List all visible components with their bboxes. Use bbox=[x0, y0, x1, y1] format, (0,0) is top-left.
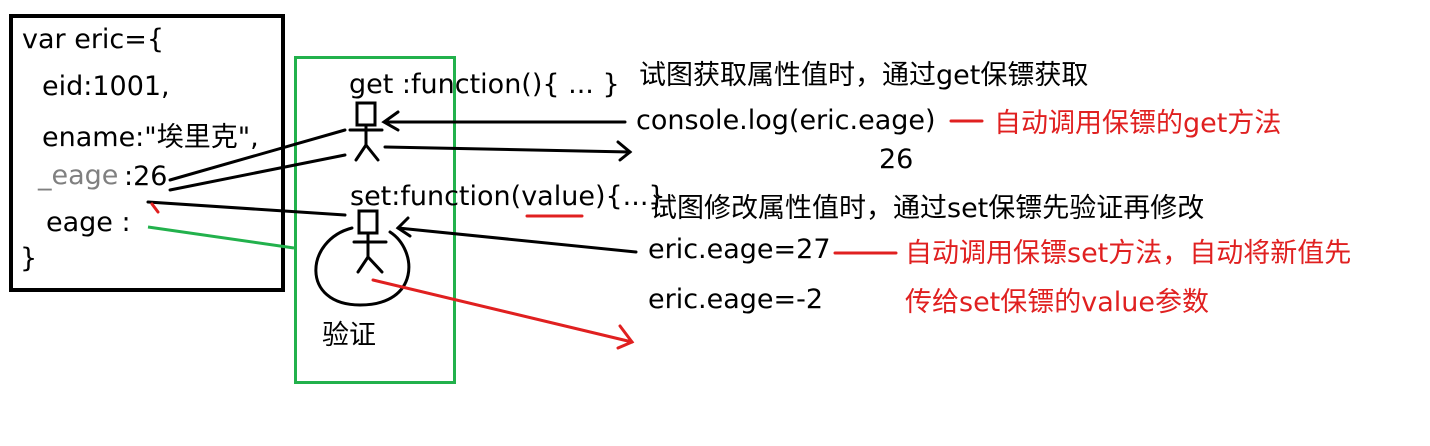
set-call-negative: eric.eage=-2 bbox=[648, 284, 824, 315]
get-call-code: console.log(eric.eage) bbox=[636, 105, 936, 136]
code-private-eage-key: _eage bbox=[38, 160, 119, 191]
value-param: value bbox=[521, 181, 595, 212]
set-call-27: eric.eage=27 bbox=[648, 234, 831, 265]
code-eid-line: eid:1001, bbox=[42, 71, 170, 102]
get-guard-figure bbox=[348, 101, 384, 162]
code-ename-line: ename:"埃里克", bbox=[42, 122, 259, 153]
get-description: 试图获取属性值时，通过get保镖获取 bbox=[639, 60, 1089, 91]
verify-label: 验证 bbox=[322, 320, 376, 351]
set-auto-note-line2: 传给set保镖的value参数 bbox=[905, 287, 1210, 318]
get-result-value: 26 bbox=[879, 144, 914, 175]
get-function-label: get :function(){ ... } bbox=[349, 69, 620, 100]
code-private-eage-value: :26 bbox=[124, 161, 168, 192]
set-auto-note-line1: 自动调用保镖set方法，自动将新值先 bbox=[905, 238, 1352, 269]
set-guard-figure bbox=[352, 209, 388, 274]
get-auto-note: 自动调用保镖的get方法 bbox=[994, 108, 1282, 139]
set-description: 试图修改属性值时，通过set保镖先验证再修改 bbox=[650, 193, 1205, 224]
code-var-line: var eric={ bbox=[22, 24, 165, 55]
code-close-brace: } bbox=[20, 243, 38, 274]
code-eage-accessor-line: eage : bbox=[46, 207, 131, 238]
set-function-label: set:function(value){...} bbox=[350, 181, 666, 212]
